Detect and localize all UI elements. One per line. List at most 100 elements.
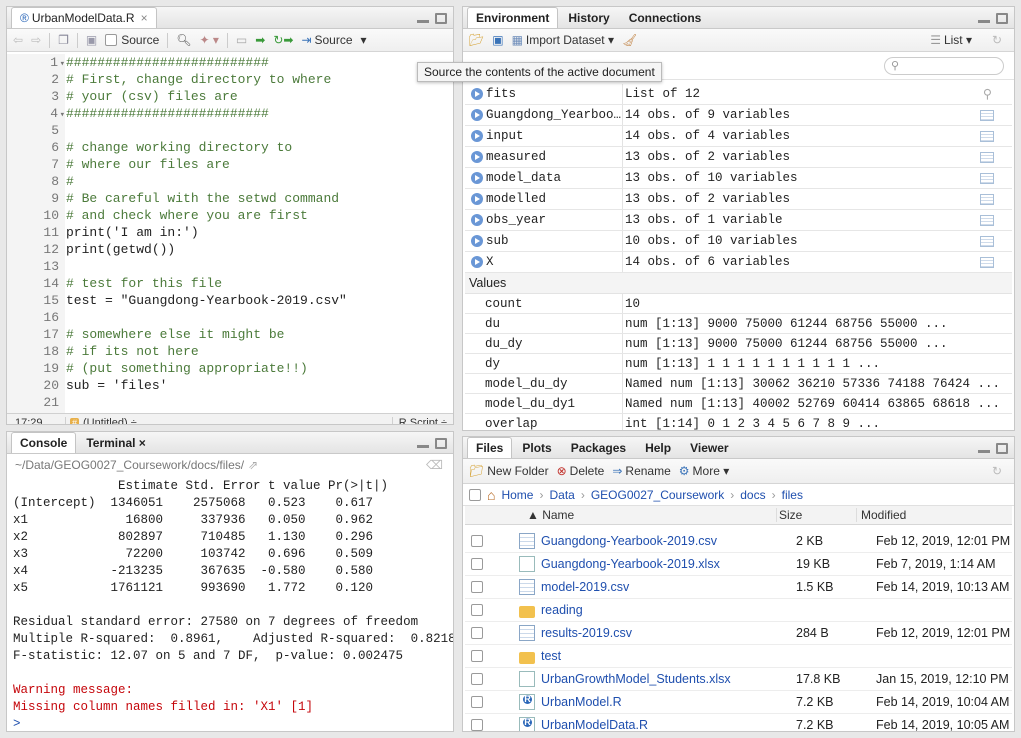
view-data-icon[interactable] [980, 214, 994, 226]
file-checkbox[interactable] [471, 558, 483, 570]
rerun-icon[interactable]: ↻➡ [273, 33, 293, 47]
env-value-row[interactable]: du_dy num [1:13] 9000 75000 61244 68756 5… [465, 334, 1012, 354]
view-data-icon[interactable] [980, 172, 994, 184]
expand-icon[interactable] [471, 151, 483, 163]
view-data-icon[interactable] [980, 235, 994, 247]
env-data-row[interactable]: sub 10 obs. of 10 variables [465, 231, 1012, 252]
tab-plots[interactable]: Plots [513, 437, 560, 458]
rename-button[interactable]: ⇒ Rename [612, 464, 670, 478]
save-icon[interactable]: ▣ [86, 33, 97, 47]
file-name[interactable]: UrbanModel.R [541, 695, 796, 709]
broom-icon[interactable]: 🧹︎ [622, 33, 637, 47]
view-data-icon[interactable] [980, 193, 994, 205]
env-data-row[interactable]: Guangdong_Yearboo… 14 obs. of 9 variables [465, 105, 1012, 126]
env-value-row[interactable]: dy num [1:13] 1 1 1 1 1 1 1 1 1 1 ... [465, 354, 1012, 374]
file-checkbox[interactable] [471, 535, 483, 547]
import-dataset-button[interactable]: ▦ Import Dataset ▾ [512, 33, 614, 47]
column-size[interactable]: Size [776, 508, 856, 522]
breadcrumb-coursework[interactable]: GEOG0027_Coursework [591, 488, 724, 502]
chevron-down-icon[interactable]: ▾ [361, 33, 367, 47]
env-data-row[interactable]: measured 13 obs. of 2 variables [465, 147, 1012, 168]
minimize-icon[interactable] [978, 450, 990, 453]
env-value-row[interactable]: overlap int [1:14] 0 1 2 3 4 5 6 7 8 9 ..… [465, 414, 1012, 430]
file-row[interactable]: UrbanGrowthModel_Students.xlsx 17.8 KB Jan… [465, 668, 1012, 691]
minimize-icon[interactable] [417, 445, 429, 448]
file-name[interactable]: reading [541, 603, 796, 617]
env-value-row[interactable]: du num [1:13] 9000 75000 61244 68756 5500… [465, 314, 1012, 334]
file-row[interactable]: UrbanModelData.R7.2 KB Feb 14, 2019, 10:0… [465, 714, 1012, 731]
expand-icon[interactable] [471, 214, 483, 226]
run-icon[interactable]: ➡ [255, 33, 265, 47]
checkbox-icon[interactable] [105, 34, 118, 46]
new-folder-button[interactable]: 📁︎ New Folder [469, 464, 549, 478]
search-icon[interactable]: ⚲ [983, 86, 992, 102]
console-prompt[interactable]: > [13, 716, 449, 731]
file-name[interactable]: model-2019.csv [541, 580, 796, 594]
breadcrumb-data[interactable]: Data [549, 488, 574, 502]
env-data-row[interactable]: model_data 13 obs. of 10 variables [465, 168, 1012, 189]
env-data-row[interactable]: X 14 obs. of 6 variables [465, 252, 1012, 273]
load-workspace-icon[interactable]: 📂︎ [469, 33, 484, 47]
close-icon[interactable]: × [141, 11, 148, 25]
file-name[interactable]: UrbanGrowthModel_Students.xlsx [541, 672, 796, 686]
breadcrumb-home[interactable]: Home [501, 488, 533, 502]
view-mode-button[interactable]: ☰ List ▾ [930, 33, 972, 47]
scope-selector[interactable]: # (Untitled) ÷ [65, 416, 392, 424]
show-window-icon[interactable]: ❐ [58, 33, 69, 47]
code-editor[interactable]: ########################## # First, chang… [66, 54, 453, 414]
source-on-save-checkbox[interactable]: Source [105, 33, 159, 47]
tab-connections[interactable]: Connections [620, 7, 711, 28]
magic-wand-icon[interactable]: ✦ ▾ [200, 33, 219, 47]
tab-viewer[interactable]: Viewer [681, 437, 737, 458]
expand-icon[interactable] [471, 256, 483, 268]
tab-terminal[interactable]: Terminal × [77, 432, 154, 453]
maximize-icon[interactable] [435, 438, 447, 449]
file-row[interactable]: Guangdong-Yearbook-2019.csv 2 KB Feb 12, 2… [465, 530, 1012, 553]
tab-urbanmodeldata[interactable]: ® UrbanModelData.R × [11, 7, 157, 28]
source-button[interactable]: ⇥ Source ▾ [301, 33, 366, 47]
console-output[interactable]: Estimate Std. Error t value Pr(>|t|) (Int… [13, 478, 453, 731]
select-all-checkbox[interactable] [469, 488, 481, 501]
compile-report-icon[interactable]: ▭ [236, 33, 247, 47]
tab-history[interactable]: History [559, 7, 618, 28]
file-checkbox[interactable] [471, 604, 483, 616]
file-row[interactable]: model-2019.csv 1.5 KB Feb 14, 2019, 10:13 … [465, 576, 1012, 599]
refresh-icon[interactable]: ↻ [992, 33, 1002, 47]
expand-icon[interactable] [471, 130, 483, 142]
filetype-selector[interactable]: R Script ÷ [391, 416, 453, 424]
back-arrow-icon[interactable]: ⇦ [13, 33, 23, 47]
file-checkbox[interactable] [471, 650, 483, 662]
env-data-row[interactable]: modelled 13 obs. of 2 variables [465, 189, 1012, 210]
clear-console-icon[interactable]: ⌫ [426, 458, 443, 472]
delete-button[interactable]: ⊗ Delete [557, 464, 605, 478]
file-name[interactable]: Guangdong-Yearbook-2019.xlsx [541, 557, 796, 571]
env-value-row[interactable]: model_du_dy1 Named num [1:13] 40002 52769… [465, 394, 1012, 414]
expand-icon[interactable] [471, 193, 483, 205]
home-icon[interactable]: ⌂ [487, 487, 495, 503]
expand-icon[interactable] [471, 172, 483, 184]
go-to-directory-icon[interactable]: ⇗ [248, 458, 258, 472]
minimize-icon[interactable] [978, 20, 990, 23]
env-search-input[interactable]: ⚲ [884, 57, 1004, 75]
breadcrumb-files[interactable]: files [782, 488, 803, 502]
maximize-icon[interactable] [996, 13, 1008, 24]
fold-icon[interactable]: ▾ [59, 56, 65, 73]
file-name[interactable]: UrbanModelData.R [541, 718, 796, 731]
tab-files[interactable]: Files [467, 437, 513, 458]
view-data-icon[interactable] [980, 130, 994, 142]
file-name[interactable]: Guangdong-Yearbook-2019.csv [541, 534, 796, 548]
breadcrumb-docs[interactable]: docs [740, 488, 765, 502]
file-checkbox[interactable] [471, 627, 483, 639]
minimize-icon[interactable] [417, 20, 429, 23]
env-value-row[interactable]: model_du_dy Named num [1:13] 30062 36210 … [465, 374, 1012, 394]
column-name[interactable]: ▲ Name [465, 508, 776, 522]
file-row[interactable]: Guangdong-Yearbook-2019.xlsx 19 KB Feb 7, … [465, 553, 1012, 576]
maximize-icon[interactable] [435, 13, 447, 24]
env-data-row[interactable]: fits List of 12 ⚲ [465, 84, 1012, 105]
env-value-row[interactable]: count 10 [465, 294, 1012, 314]
view-data-icon[interactable] [980, 151, 994, 163]
file-checkbox[interactable] [471, 696, 483, 708]
view-data-icon[interactable] [980, 256, 994, 268]
tab-packages[interactable]: Packages [562, 437, 635, 458]
more-button[interactable]: ⚙ More ▾ [679, 464, 729, 478]
